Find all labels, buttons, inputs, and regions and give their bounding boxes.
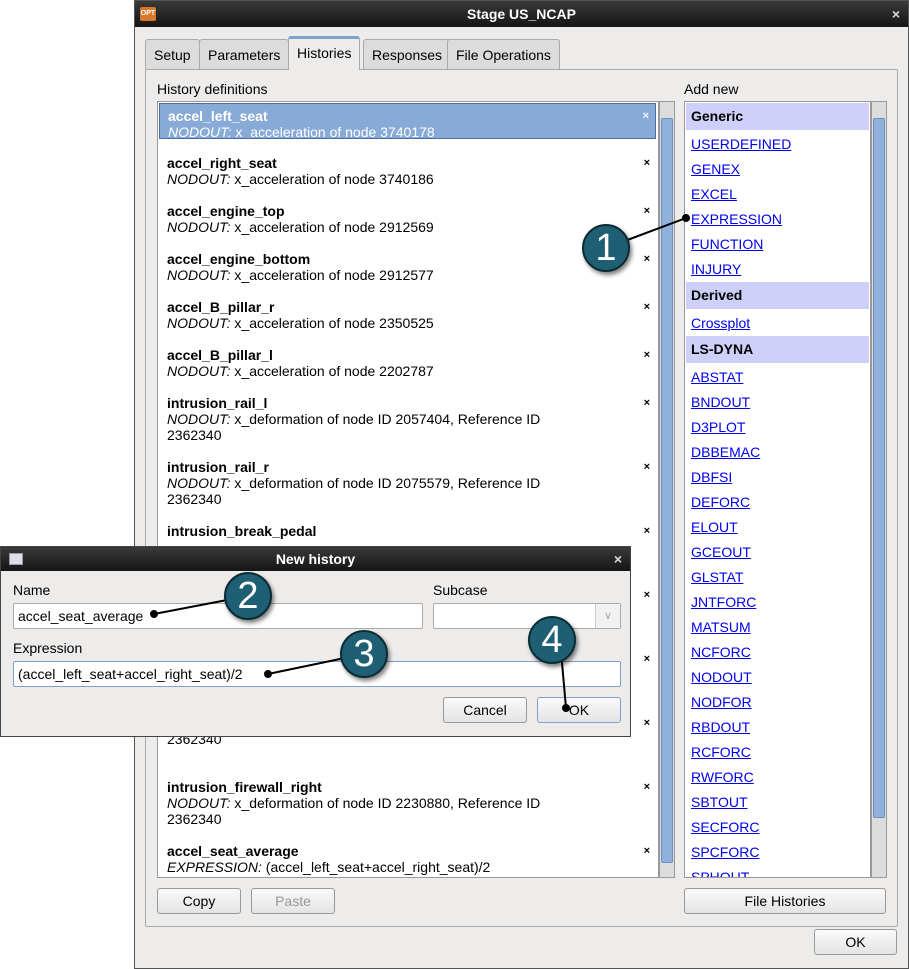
callout-4: 4 [528,616,576,664]
callout-3: 3 [340,630,388,678]
callout-1: 1 [582,224,630,272]
callout-2: 2 [224,572,272,620]
callout-lines [150,214,690,712]
